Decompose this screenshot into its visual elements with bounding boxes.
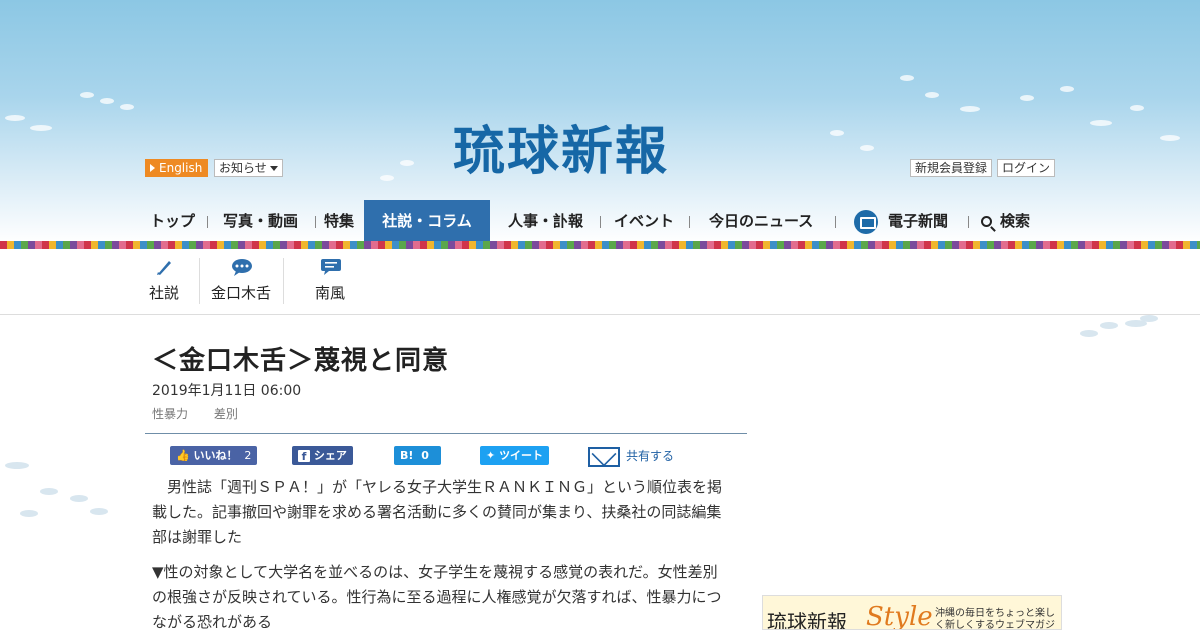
nav-divider xyxy=(968,216,969,228)
nav-item-top[interactable]: トップ xyxy=(150,200,195,243)
register-button[interactable]: 新規会員登録 xyxy=(910,159,993,177)
article-paragraph: 男性誌「週刊ＳＰＡ！」が「ヤレる女子大学生ＲＡＮＫＩＮＧ」という順位表を掲載した… xyxy=(152,478,723,546)
facebook-like-button[interactable]: 👍 いいね！ 2 xyxy=(170,446,258,465)
search-icon xyxy=(981,216,992,227)
ad-brand: 琉球新報 xyxy=(767,610,847,630)
nav-item-photo-video[interactable]: 写真・動画 xyxy=(223,200,298,243)
caret-down-icon xyxy=(269,166,278,171)
article-body: 男性誌「週刊ＳＰＡ！」が「ヤレる女子大学生ＲＡＮＫＩＮＧ」という順位表を掲載した… xyxy=(152,475,732,630)
ad-brand-style: Style xyxy=(866,602,933,630)
monitor-icon xyxy=(854,209,878,234)
pen-icon xyxy=(154,258,174,275)
main-nav: トップ 写真・動画 特集 社説・コラム 人事・訃報 イベント 今日のニュース 電… xyxy=(145,200,1065,243)
subnav-item-editorial[interactable]: 社説 xyxy=(145,252,183,308)
nav-item-features[interactable]: 特集 xyxy=(324,200,354,243)
login-button[interactable]: ログイン xyxy=(997,159,1056,177)
subnav-divider xyxy=(283,258,284,304)
envelope-icon xyxy=(588,446,620,467)
decorative-pattern-band xyxy=(0,241,1200,249)
like-label: いいね！ xyxy=(193,449,238,462)
facebook-share-button[interactable]: f シェア xyxy=(292,446,353,465)
speech-bubble-icon xyxy=(231,258,252,276)
twitter-bird-icon: ✦ xyxy=(486,449,496,462)
tag-link[interactable]: 性暴力 xyxy=(152,407,188,421)
nav-divider xyxy=(600,216,601,228)
subnav-label: 金口木舌 xyxy=(210,284,271,302)
search-label: 検索 xyxy=(1000,212,1031,230)
subnav-item-kinkoumokuzetsu[interactable]: 金口木舌 xyxy=(208,252,274,308)
article-title: ＜金口木舌＞蔑視と同意 xyxy=(152,346,450,376)
hatena-bookmark-button[interactable]: B! 0 xyxy=(394,446,441,465)
hatena-count: 0 xyxy=(421,449,429,462)
english-label: English xyxy=(159,161,203,175)
digital-paper-label: 電子新聞 xyxy=(888,212,949,230)
nav-divider xyxy=(689,216,690,228)
nav-divider xyxy=(835,216,836,228)
tweet-label: ツイート xyxy=(499,449,544,462)
nav-item-digital-paper[interactable]: 電子新聞 xyxy=(854,200,948,243)
subnav-label: 社説 xyxy=(148,284,179,302)
nav-item-editorials[interactable]: 社説・コラム xyxy=(364,200,490,243)
style-magazine-ad[interactable]: 琉球新報 Style 沖縄の毎日をちょっと楽しく新しくするウェブマガジン xyxy=(762,595,1062,630)
site-header: 琉球新報 English お知らせ 新規会員登録 ログイン トップ 写真・動画 … xyxy=(0,0,1200,243)
nav-item-personnel[interactable]: 人事・訃報 xyxy=(508,200,583,243)
play-icon xyxy=(150,164,155,172)
subnav-divider xyxy=(199,258,200,304)
article-divider xyxy=(145,433,747,434)
article-paragraph: ▼性の対象として大学名を並べるのは、女子学生を蔑視する感覚の表れだ。女性差別の根… xyxy=(152,563,722,630)
subnav-item-nanpu[interactable]: 南風 xyxy=(310,252,350,308)
hatena-label: B! xyxy=(400,449,414,462)
site-logo[interactable]: 琉球新報 xyxy=(453,122,669,182)
tag-link[interactable]: 差別 xyxy=(214,407,238,421)
subnav-divider-line xyxy=(0,314,1200,315)
thumbs-up-icon: 👍 xyxy=(176,449,190,462)
share-all-button[interactable]: 共有する xyxy=(588,444,674,468)
nav-divider xyxy=(207,216,208,228)
tweet-button[interactable]: ✦ ツイート xyxy=(480,446,550,465)
subnav-label: 南風 xyxy=(314,284,345,302)
ad-tagline: 沖縄の毎日をちょっと楽しく新しくするウェブマガジン xyxy=(935,608,1055,630)
share-all-label: 共有する xyxy=(626,449,675,463)
message-icon xyxy=(320,258,341,275)
nav-item-todays-news[interactable]: 今日のニュース xyxy=(709,200,813,243)
like-count: 2 xyxy=(244,449,252,462)
facebook-icon: f xyxy=(298,450,310,463)
nav-item-search[interactable]: 検索 xyxy=(981,200,1030,243)
nav-divider xyxy=(315,216,316,228)
article-tags: 性暴力 差別 xyxy=(152,405,260,422)
article-date: 2019年1月11日 06:00 xyxy=(152,383,302,399)
nav-item-events[interactable]: イベント xyxy=(614,200,674,243)
notice-dropdown[interactable]: お知らせ xyxy=(214,159,283,177)
notice-label: お知らせ xyxy=(219,161,267,175)
share-label: シェア xyxy=(313,449,347,462)
english-button[interactable]: English xyxy=(145,159,209,177)
